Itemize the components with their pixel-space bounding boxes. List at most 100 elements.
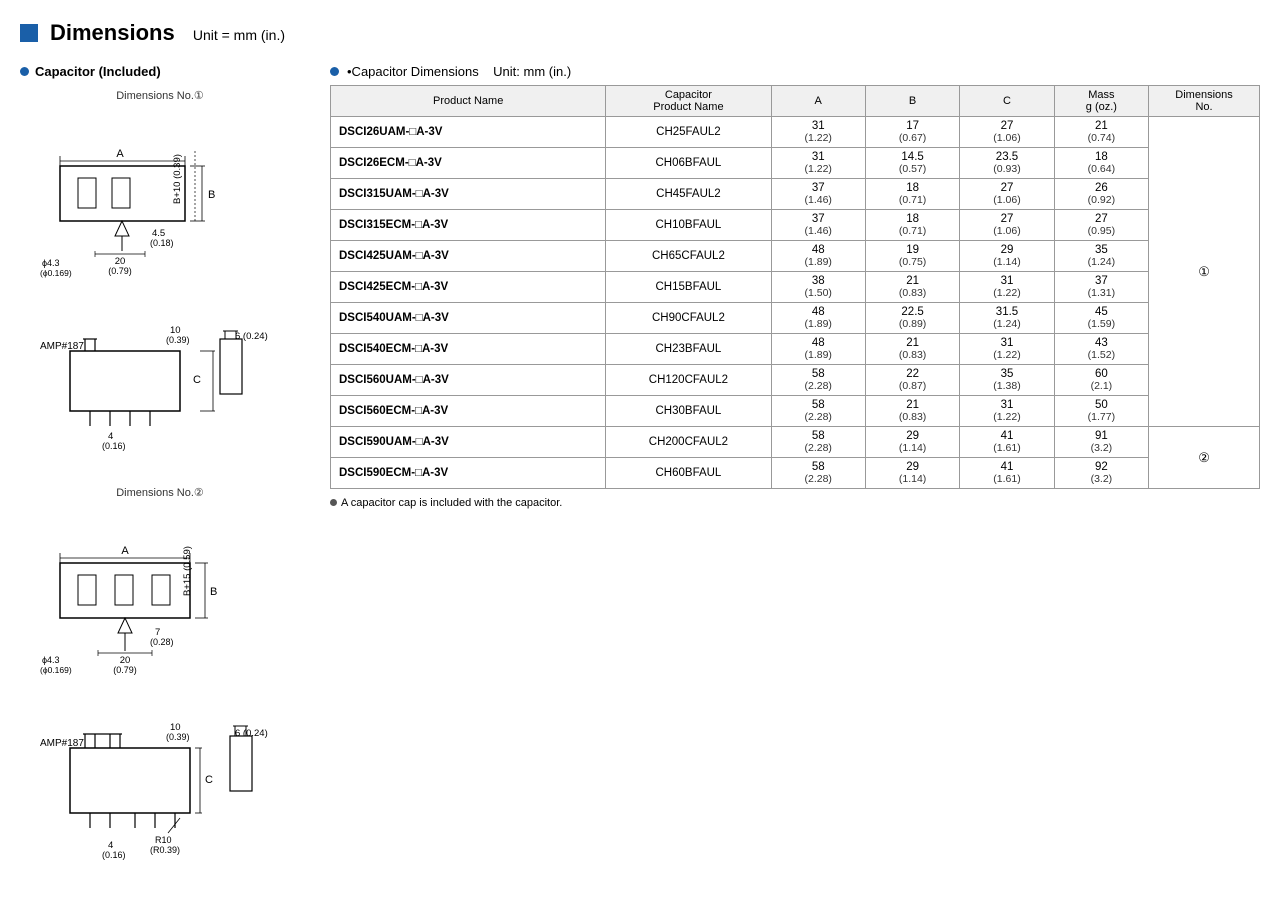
col-header-a: A	[771, 86, 865, 117]
table-header-row: Product Name CapacitorProduct Name A B C…	[331, 86, 1260, 117]
mass-cell: 26(0.92)	[1054, 179, 1148, 210]
b-cell: 22(0.87)	[865, 365, 959, 396]
svg-text:ϕ4.3: ϕ4.3	[42, 258, 60, 268]
table-row: DSCI315ECM-□A-3VCH10BFAUL37(1.46)18(0.71…	[331, 210, 1260, 241]
svg-text:(0.28): (0.28)	[150, 637, 174, 647]
table-title-text: •Capacitor Dimensions	[347, 64, 479, 79]
svg-text:R10: R10	[155, 835, 172, 845]
b-cell: 21(0.83)	[865, 396, 959, 427]
a-cell: 48(1.89)	[771, 241, 865, 272]
c-cell: 31(1.22)	[960, 334, 1054, 365]
mass-cell: 50(1.77)	[1054, 396, 1148, 427]
svg-text:(ϕ0.169): (ϕ0.169)	[40, 665, 72, 675]
svg-text:B+15 (0.59): B+15 (0.59)	[182, 546, 193, 596]
product-name-cell: DSCI26UAM-□A-3V	[331, 117, 606, 148]
left-panel: Capacitor (Included) Dimensions No.① A	[20, 64, 300, 893]
product-name-cell: DSCI26ECM-□A-3V	[331, 148, 606, 179]
c-cell: 41(1.61)	[960, 458, 1054, 489]
mass-cell: 92(3.2)	[1054, 458, 1148, 489]
a-cell: 31(1.22)	[771, 117, 865, 148]
product-name-cell: DSCI560UAM-□A-3V	[331, 365, 606, 396]
dimno-cell: ②	[1149, 427, 1260, 489]
capacitor-dimensions-table: Product Name CapacitorProduct Name A B C…	[330, 85, 1260, 489]
cap-product-cell: CH06BFAUL	[606, 148, 771, 179]
col-header-dimno: DimensionsNo.	[1149, 86, 1260, 117]
table-bullet	[330, 67, 339, 76]
table-section-title: •Capacitor Dimensions Unit: mm (in.)	[347, 64, 571, 79]
col-header-mass: Massg (oz.)	[1054, 86, 1148, 117]
product-name-cell: DSCI425ECM-□A-3V	[331, 272, 606, 303]
svg-text:(0.18): (0.18)	[150, 238, 174, 248]
svg-text:(R0.39): (R0.39)	[150, 845, 180, 855]
table-row: DSCI540UAM-□A-3VCH90CFAUL248(1.89)22.5(0…	[331, 303, 1260, 334]
product-name-cell: DSCI540UAM-□A-3V	[331, 303, 606, 334]
svg-text:(0.79): (0.79)	[113, 665, 137, 675]
mass-cell: 45(1.59)	[1054, 303, 1148, 334]
svg-text:ϕ4.3: ϕ4.3	[42, 655, 60, 665]
a-cell: 58(2.28)	[771, 427, 865, 458]
b-cell: 18(0.71)	[865, 179, 959, 210]
cap-product-cell: CH15BFAUL	[606, 272, 771, 303]
diagram-2b-section: AMP#187 10 (0.39) 6 (0.24) C	[20, 718, 300, 873]
diagram1-svg: A B B+10 (0.39) ϕ4.3 (ϕ0.169)	[40, 106, 280, 301]
diagram-1b-section: AMP#187 10 (0.39) 6 (0.24) C	[20, 321, 300, 466]
mass-cell: 27(0.95)	[1054, 210, 1148, 241]
bullet-circle	[20, 67, 29, 76]
table-unit-text: Unit: mm (in.)	[493, 64, 571, 79]
c-cell: 27(1.06)	[960, 210, 1054, 241]
svg-text:B: B	[208, 189, 215, 201]
table-footnote: A capacitor cap is included with the cap…	[330, 497, 1260, 509]
product-name-cell: DSCI540ECM-□A-3V	[331, 334, 606, 365]
c-cell: 31(1.22)	[960, 396, 1054, 427]
page-title: Dimensions Unit = mm (in.)	[50, 20, 285, 46]
cap-product-cell: CH120CFAUL2	[606, 365, 771, 396]
a-cell: 48(1.89)	[771, 303, 865, 334]
col-header-b: B	[865, 86, 959, 117]
cap-product-cell: CH25FAUL2	[606, 117, 771, 148]
b-cell: 29(1.14)	[865, 427, 959, 458]
c-cell: 31(1.22)	[960, 272, 1054, 303]
b-cell: 19(0.75)	[865, 241, 959, 272]
dimno-cell: ①	[1149, 117, 1260, 427]
table-section-header: •Capacitor Dimensions Unit: mm (in.)	[330, 64, 1260, 79]
table-row: DSCI590ECM-□A-3VCH60BFAUL58(2.28)29(1.14…	[331, 458, 1260, 489]
main-layout: Capacitor (Included) Dimensions No.① A	[20, 64, 1260, 893]
cap-product-cell: CH60BFAUL	[606, 458, 771, 489]
table-row: DSCI560ECM-□A-3VCH30BFAUL58(2.28)21(0.83…	[331, 396, 1260, 427]
table-row: DSCI26UAM-□A-3VCH25FAUL231(1.22)17(0.67)…	[331, 117, 1260, 148]
header-unit: Unit = mm (in.)	[193, 27, 285, 43]
mass-cell: 18(0.64)	[1054, 148, 1148, 179]
a-cell: 58(2.28)	[771, 458, 865, 489]
a-cell: 38(1.50)	[771, 272, 865, 303]
diagram-1-section: Dimensions No.① A B B+10 (0.39)	[20, 89, 300, 301]
table-row: DSCI315UAM-□A-3VCH45FAUL237(1.46)18(0.71…	[331, 179, 1260, 210]
col-header-cap-product: CapacitorProduct Name	[606, 86, 771, 117]
col-header-c: C	[960, 86, 1054, 117]
diagram2b-svg: AMP#187 10 (0.39) 6 (0.24) C	[40, 718, 280, 873]
product-name-cell: DSCI315ECM-□A-3V	[331, 210, 606, 241]
product-name-cell: DSCI315UAM-□A-3V	[331, 179, 606, 210]
svg-text:(0.16): (0.16)	[102, 850, 126, 860]
mass-cell: 60(2.1)	[1054, 365, 1148, 396]
c-cell: 23.5(0.93)	[960, 148, 1054, 179]
diagram1-label: Dimensions No.①	[20, 89, 300, 102]
footnote-text: A capacitor cap is included with the cap…	[341, 497, 562, 509]
svg-text:(0.39): (0.39)	[166, 732, 190, 742]
svg-text:C: C	[193, 374, 201, 386]
svg-text:B: B	[210, 586, 217, 598]
a-cell: 37(1.46)	[771, 179, 865, 210]
svg-text:(0.79): (0.79)	[108, 266, 132, 276]
table-body: DSCI26UAM-□A-3VCH25FAUL231(1.22)17(0.67)…	[331, 117, 1260, 489]
c-cell: 41(1.61)	[960, 427, 1054, 458]
svg-text:C: C	[205, 774, 213, 786]
product-name-cell: DSCI590UAM-□A-3V	[331, 427, 606, 458]
cap-product-cell: CH90CFAUL2	[606, 303, 771, 334]
col-header-product-name: Product Name	[331, 86, 606, 117]
right-panel: •Capacitor Dimensions Unit: mm (in.) Pro…	[330, 64, 1260, 509]
table-row: DSCI425ECM-□A-3VCH15BFAUL38(1.50)21(0.83…	[331, 272, 1260, 303]
c-cell: 27(1.06)	[960, 117, 1054, 148]
product-name-cell: DSCI560ECM-□A-3V	[331, 396, 606, 427]
mass-cell: 21(0.74)	[1054, 117, 1148, 148]
a-cell: 58(2.28)	[771, 396, 865, 427]
b-cell: 29(1.14)	[865, 458, 959, 489]
